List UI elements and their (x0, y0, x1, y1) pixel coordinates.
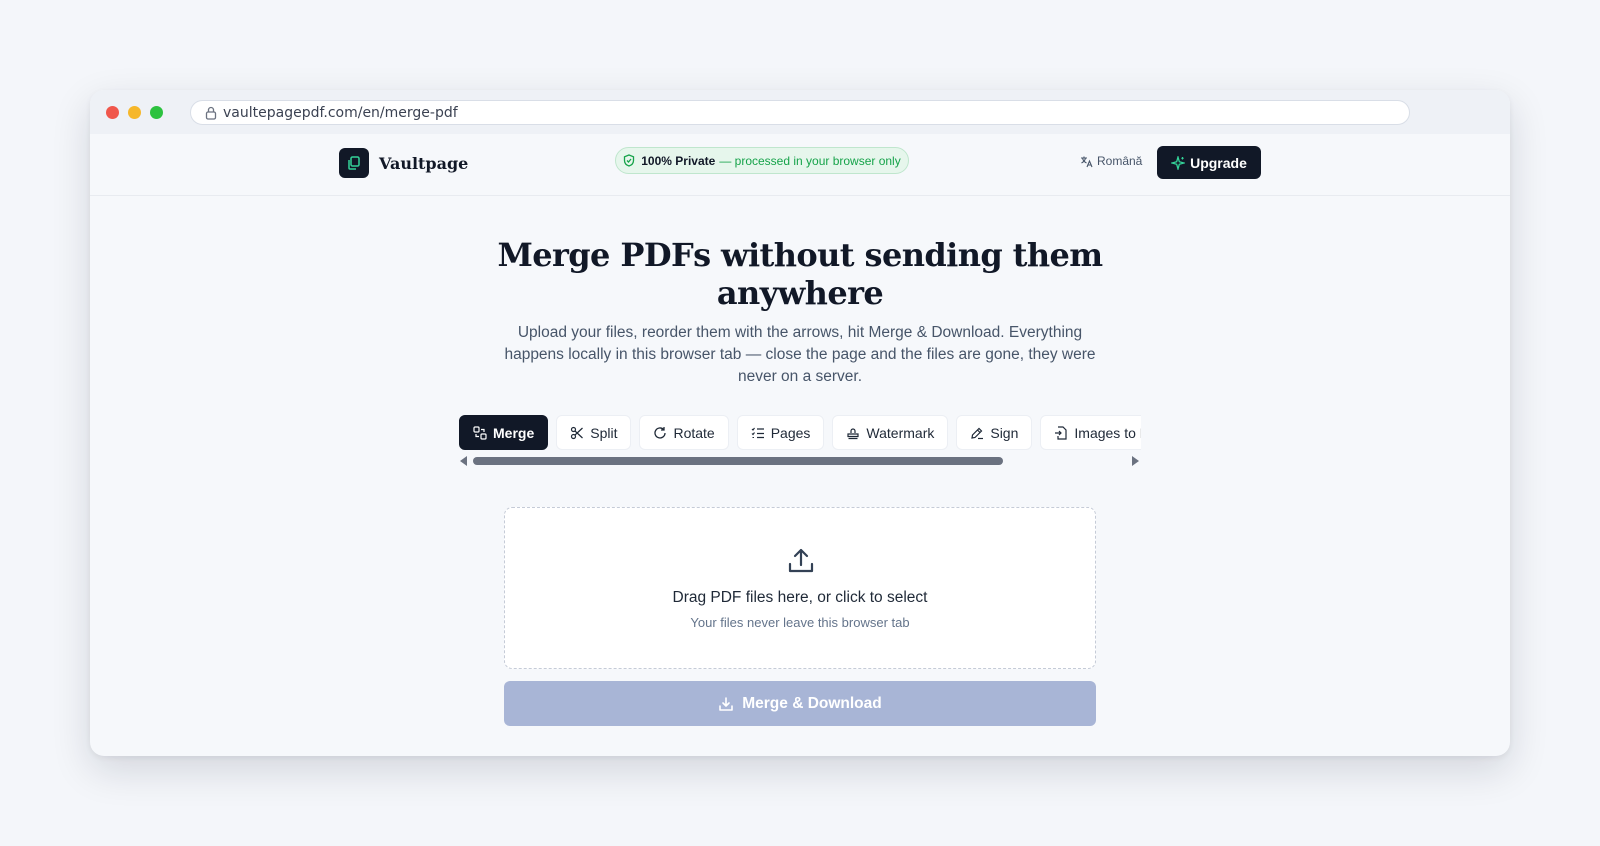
site-header: Vaultpage 100% Private — processed in yo… (90, 134, 1510, 196)
address-bar[interactable]: vaultepagepdf.com/en/merge-pdf (190, 100, 1410, 125)
tab-label: Rotate (673, 424, 715, 441)
tab-sign[interactable]: Sign (956, 415, 1033, 450)
privacy-badge: 100% Private — processed in your browser… (615, 147, 909, 174)
tab-label: Pages (770, 424, 811, 441)
scroll-right-arrow-icon[interactable] (1132, 456, 1139, 466)
tab-images-to-pdf[interactable]: Images to PDF (1040, 415, 1141, 450)
download-icon (718, 696, 734, 712)
browser-window: vaultepagepdf.com/en/merge-pdf Vaultpage… (90, 90, 1510, 756)
minimize-window-button[interactable] (128, 106, 141, 119)
tab-label: Split (590, 424, 618, 441)
upgrade-button[interactable]: Upgrade (1157, 146, 1261, 179)
language-switcher[interactable]: Română (1080, 154, 1142, 168)
url-text: vaultepagepdf.com/en/merge-pdf (223, 104, 458, 121)
page-title: Merge PDFs without sending them anywhere (497, 236, 1103, 312)
rotate-icon (653, 426, 667, 440)
dropzone-subtitle: Your files never leave this browser tab (690, 615, 910, 630)
tool-tabs: Merge Split Rotate Pages Watermark Sign … (459, 415, 1141, 475)
language-label: Română (1097, 154, 1143, 168)
privacy-badge-text: — processed in your browser only (719, 153, 901, 168)
translate-icon (1080, 155, 1093, 168)
vaultpage-logo-icon (339, 148, 369, 178)
tab-label: Images to PDF (1074, 424, 1141, 441)
scrollbar-thumb[interactable] (473, 457, 1003, 465)
merge-download-button[interactable]: Merge & Download (504, 681, 1096, 726)
merge-download-label: Merge & Download (742, 694, 882, 712)
scroll-left-arrow-icon[interactable] (460, 456, 467, 466)
upgrade-label: Upgrade (1190, 154, 1247, 171)
tab-rotate[interactable]: Rotate (639, 415, 729, 450)
stamp-icon (846, 426, 860, 440)
lock-icon (205, 106, 217, 120)
browser-chrome: vaultepagepdf.com/en/merge-pdf (90, 90, 1510, 134)
close-window-button[interactable] (106, 106, 119, 119)
tab-watermark[interactable]: Watermark (832, 415, 949, 450)
maximize-window-button[interactable] (150, 106, 163, 119)
tab-label: Sign (990, 424, 1019, 441)
tab-merge[interactable]: Merge (459, 415, 549, 450)
list-icon (751, 426, 765, 440)
signature-icon (970, 426, 984, 440)
pdf-dropzone[interactable]: Drag PDF files here, or click to select … (504, 507, 1096, 669)
brand-link[interactable]: Vaultpage (339, 148, 468, 178)
tabs-scrollbar[interactable] (459, 454, 1141, 466)
tab-split[interactable]: Split (556, 415, 632, 450)
merge-icon (473, 425, 487, 440)
tab-label: Watermark (866, 424, 935, 441)
sparkles-icon (1171, 155, 1186, 170)
shield-check-icon (623, 154, 635, 167)
dropzone-title: Drag PDF files here, or click to select (672, 589, 928, 606)
tab-pages[interactable]: Pages (736, 415, 825, 450)
brand-name: Vaultpage (379, 153, 469, 173)
file-import-icon (1054, 425, 1068, 440)
scissors-icon (570, 426, 584, 440)
upload-icon (786, 546, 816, 581)
privacy-badge-strong: 100% Private (641, 153, 716, 168)
tab-label: Merge (493, 424, 535, 441)
page-subtitle: Upload your files, reorder them with the… (504, 324, 1096, 385)
